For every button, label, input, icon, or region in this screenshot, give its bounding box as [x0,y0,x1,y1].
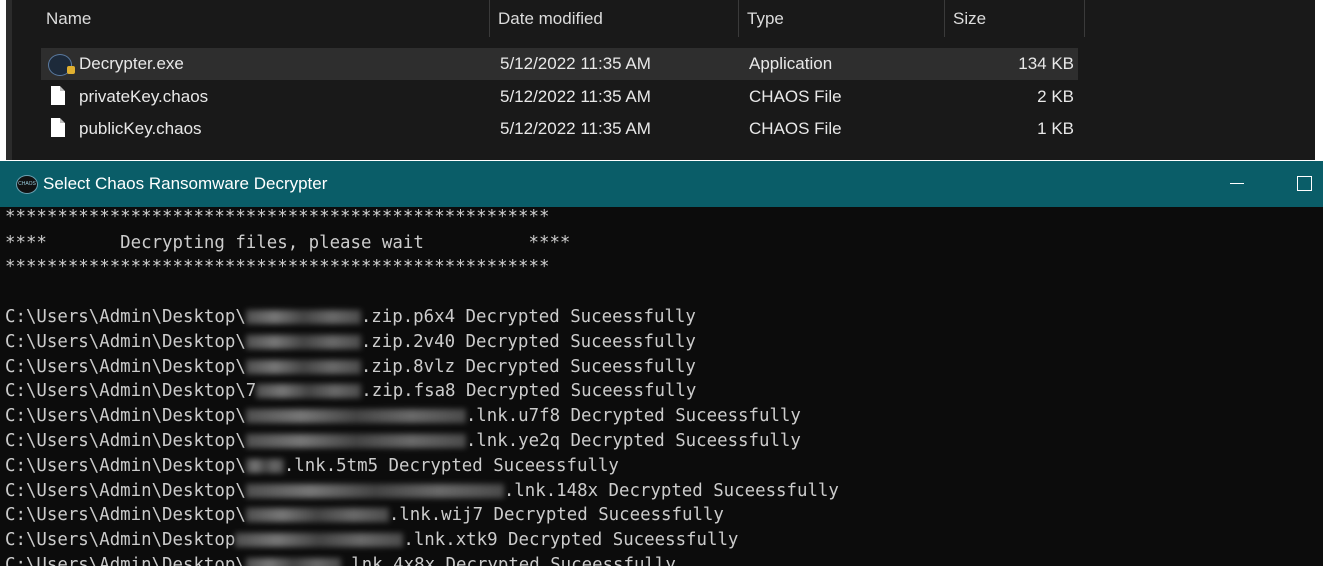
log-line: C:\Users\Admin\Desktop\ .lnk.4x8x Decrypt… [5,554,676,566]
file-row-publickey-chaos[interactable]: publicKey.chaos 5/12/2022 11:35 AM CHAOS… [41,113,1078,145]
log-result: .lnk.5tm5 Decrypted Suceessfully [283,456,619,476]
log-path: C:\Users\Admin\Desktop\ [5,481,246,501]
log-path: C:\Users\Admin\Desktop\ [5,406,246,426]
log-result: .lnk.4x8x Decrypted Suceessfully [340,555,676,566]
column-header-date-modified[interactable]: Date modified [490,0,739,37]
file-row-decrypter-exe[interactable]: Decrypter.exe 5/12/2022 11:35 AM Applica… [41,48,1078,80]
file-size: 134 KB [1018,54,1074,73]
chaos-app-icon: CHAOS [16,175,38,194]
log-path: C:\Users\Admin\Desktop\ [5,555,246,566]
redacted-filename [245,508,389,522]
redacted-filename [235,533,404,547]
log-result: .zip.2v40 Decrypted Suceessfully [360,332,696,352]
log-line: C:\Users\Admin\Desktop\ .lnk.ye2q Decrypt… [5,430,801,452]
column-header-type[interactable]: Type [739,0,945,37]
column-header-date-label: Date modified [498,9,603,28]
log-result: .zip.p6x4 Decrypted Suceessfully [360,307,696,327]
log-line: C:\Users\Admin\Desktop\7 .zip.fsa8 Decryp… [5,380,696,402]
title-bar[interactable]: CHAOS Select Chaos Ransomware Decrypter [0,161,1323,207]
file-name: Decrypter.exe [79,54,184,73]
chaos-app-icon [48,54,75,76]
banner-message: **** Decrypting files, please wait **** [5,233,571,253]
log-result: .lnk.u7f8 Decrypted Suceessfully [465,406,801,426]
file-date-modified: 5/12/2022 11:35 AM [500,54,651,73]
file-type: Application [749,54,833,73]
file-name: privateKey.chaos [79,87,209,106]
log-path: C:\Users\Admin\Desktop\ [5,332,246,352]
log-line: C:\Users\Admin\Desktop\ .lnk.148x Decrypt… [5,480,839,502]
maximize-button[interactable] [1289,161,1323,207]
file-type: CHAOS File [749,119,842,138]
log-path: C:\Users\Admin\Desktop\ [5,357,246,377]
file-size: 1 KB [1037,119,1074,138]
log-result: .zip.fsa8 Decrypted Suceessfully [361,381,697,401]
file-size: 2 KB [1037,87,1074,106]
redacted-filename [245,459,284,473]
console-output[interactable]: ****************************************… [5,207,1323,566]
log-result: .lnk.wij7 Decrypted Suceessfully [388,505,724,525]
file-name: publicKey.chaos [79,119,202,138]
nav-pane-edge [6,0,12,160]
log-line: C:\Users\Admin\Desktop\ .zip.2v40 Decrypt… [5,331,696,353]
file-type: CHAOS File [749,87,842,106]
redacted-filename [245,360,361,374]
redacted-filename [245,409,466,423]
column-header-size[interactable]: Size [945,0,1085,37]
redacted-filename [245,434,466,448]
document-icon [51,118,65,137]
file-row-privatekey-chaos[interactable]: privateKey.chaos 5/12/2022 11:35 AM CHAO… [41,81,1078,113]
log-line: C:\Users\Admin\Desktop\ .lnk.5tm5 Decrypt… [5,455,619,477]
column-header-name-label: Name [46,9,92,28]
log-path: C:\Users\Admin\Desktop\ [5,307,246,327]
redacted-filename [245,484,504,498]
banner-border-bottom: ****************************************… [5,257,550,277]
log-result: .zip.8vlz Decrypted Suceessfully [360,357,696,377]
document-icon [51,86,65,105]
column-header-size-label: Size [953,9,987,28]
log-path: C:\Users\Admin\Desktop\ [5,505,246,525]
minimize-button[interactable] [1218,161,1258,207]
banner-border-top: ****************************************… [5,207,550,227]
file-date-modified: 5/12/2022 11:35 AM [500,87,651,106]
log-path: C:\Users\Admin\Desktop\ [5,431,246,451]
log-path: C:\Users\Admin\Desktop [5,530,236,550]
redacted-filename [245,335,361,349]
window-title: Select Chaos Ransomware Decrypter [43,174,328,193]
redacted-filename [245,310,361,324]
file-date-modified: 5/12/2022 11:35 AM [500,119,651,138]
log-line: C:\Users\Admin\Desktop\ .lnk.wij7 Decrypt… [5,504,724,526]
log-line: C:\Users\Admin\Desktop .lnk.xtk9 Decrypte… [5,529,738,551]
redacted-filename [245,558,341,566]
log-line: C:\Users\Admin\Desktop\ .zip.8vlz Decrypt… [5,356,696,378]
log-result: .lnk.ye2q Decrypted Suceessfully [465,431,801,451]
column-header-type-label: Type [747,9,784,28]
column-header-name[interactable]: Name [38,0,490,37]
log-path: C:\Users\Admin\Desktop\ [5,456,246,476]
redacted-filename [256,384,362,398]
file-explorer-pane: Name Date modified Type Size Decrypter.e… [6,0,1315,160]
log-line: C:\Users\Admin\Desktop\ .lnk.u7f8 Decrypt… [5,405,801,427]
log-path: C:\Users\Admin\Desktop\7 [5,381,257,401]
console-window: CHAOS Select Chaos Ransomware Decrypter … [0,161,1323,566]
log-result: .lnk.148x Decrypted Suceessfully [503,481,839,501]
log-result: .lnk.xtk9 Decrypted Suceessfully [403,530,739,550]
log-line: C:\Users\Admin\Desktop\ .zip.p6x4 Decrypt… [5,306,696,328]
